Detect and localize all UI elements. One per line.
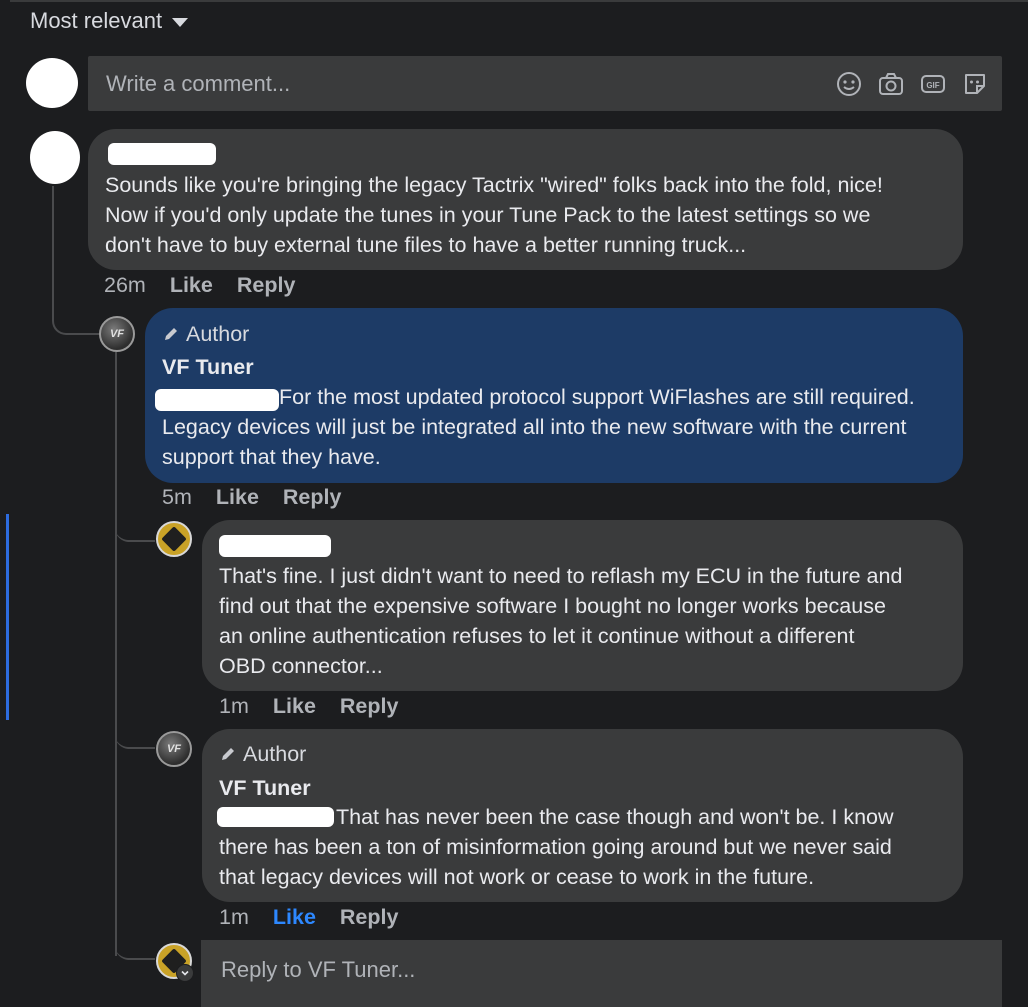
emoji-icon[interactable]	[836, 71, 862, 97]
thread-connector	[115, 936, 155, 960]
chevron-down-icon[interactable]	[176, 964, 194, 982]
comment-input[interactable]	[104, 68, 808, 100]
thread-connector	[115, 520, 155, 542]
comment-text: That's fine. I just didn't want to need …	[219, 564, 903, 678]
sort-label: Most relevant	[30, 8, 163, 33]
avatar	[26, 58, 78, 108]
reply-button[interactable]: Reply	[283, 485, 342, 510]
gif-icon[interactable]: GIF	[920, 71, 946, 97]
like-button[interactable]: Like	[216, 485, 259, 510]
reply-button[interactable]: Reply	[237, 273, 296, 298]
sticker-icon[interactable]	[962, 71, 988, 97]
comment-bubble: Author VF Tuner That has never been the …	[202, 729, 963, 902]
comment-author[interactable]: VF Tuner	[162, 355, 254, 383]
caret-down-icon	[172, 18, 189, 27]
avatar	[156, 521, 192, 557]
pencil-icon	[165, 328, 177, 340]
comment-actions: 1m Like Reply	[219, 694, 398, 719]
comment-author[interactable]: VF Tuner	[219, 776, 311, 804]
comment-actions: 5m Like Reply	[162, 485, 341, 510]
avatar	[30, 131, 80, 184]
sort-dropdown[interactable]: Most relevant	[30, 8, 189, 34]
reply-input[interactable]	[219, 954, 923, 986]
comment-composer: GIF	[88, 56, 1002, 111]
comment-text: For the most updated protocol support Wi…	[162, 385, 915, 469]
svg-text:GIF: GIF	[926, 81, 939, 90]
comment-time[interactable]: 1m	[219, 905, 249, 930]
redacted-name	[219, 535, 331, 557]
avatar: VF	[99, 316, 135, 352]
top-divider	[10, 0, 1028, 2]
thread-connector	[115, 725, 155, 749]
comment-time[interactable]: 5m	[162, 485, 192, 510]
author-badge: Author	[162, 319, 249, 349]
like-button[interactable]: Like	[273, 694, 316, 719]
comment-time[interactable]: 1m	[219, 694, 249, 719]
comment-actions: 1m Like Reply	[219, 905, 398, 930]
author-badge: Author	[219, 739, 306, 769]
like-button[interactable]: Like	[273, 905, 316, 930]
comment-bubble: Author VF Tuner For the most updated pro…	[145, 308, 963, 483]
thread-highlight-bar	[6, 514, 9, 720]
pencil-icon	[222, 748, 234, 760]
like-button[interactable]: Like	[170, 273, 213, 298]
comment-time[interactable]: 26m	[104, 273, 146, 298]
reply-button[interactable]: Reply	[340, 905, 399, 930]
redacted-name	[108, 143, 216, 165]
reply-composer	[201, 940, 1002, 1007]
comment-text: Sounds like you're bringing the legacy T…	[105, 173, 883, 257]
comment-actions: 26m Like Reply	[104, 273, 295, 298]
camera-icon[interactable]	[878, 71, 904, 97]
comment-bubble: That's fine. I just didn't want to need …	[202, 520, 963, 691]
thread-connector	[115, 352, 117, 956]
comment-bubble: Sounds like you're bringing the legacy T…	[88, 129, 963, 270]
reply-button[interactable]: Reply	[340, 694, 399, 719]
comment-text: That has never been the case though and …	[219, 805, 894, 889]
avatar: VF	[156, 731, 192, 767]
